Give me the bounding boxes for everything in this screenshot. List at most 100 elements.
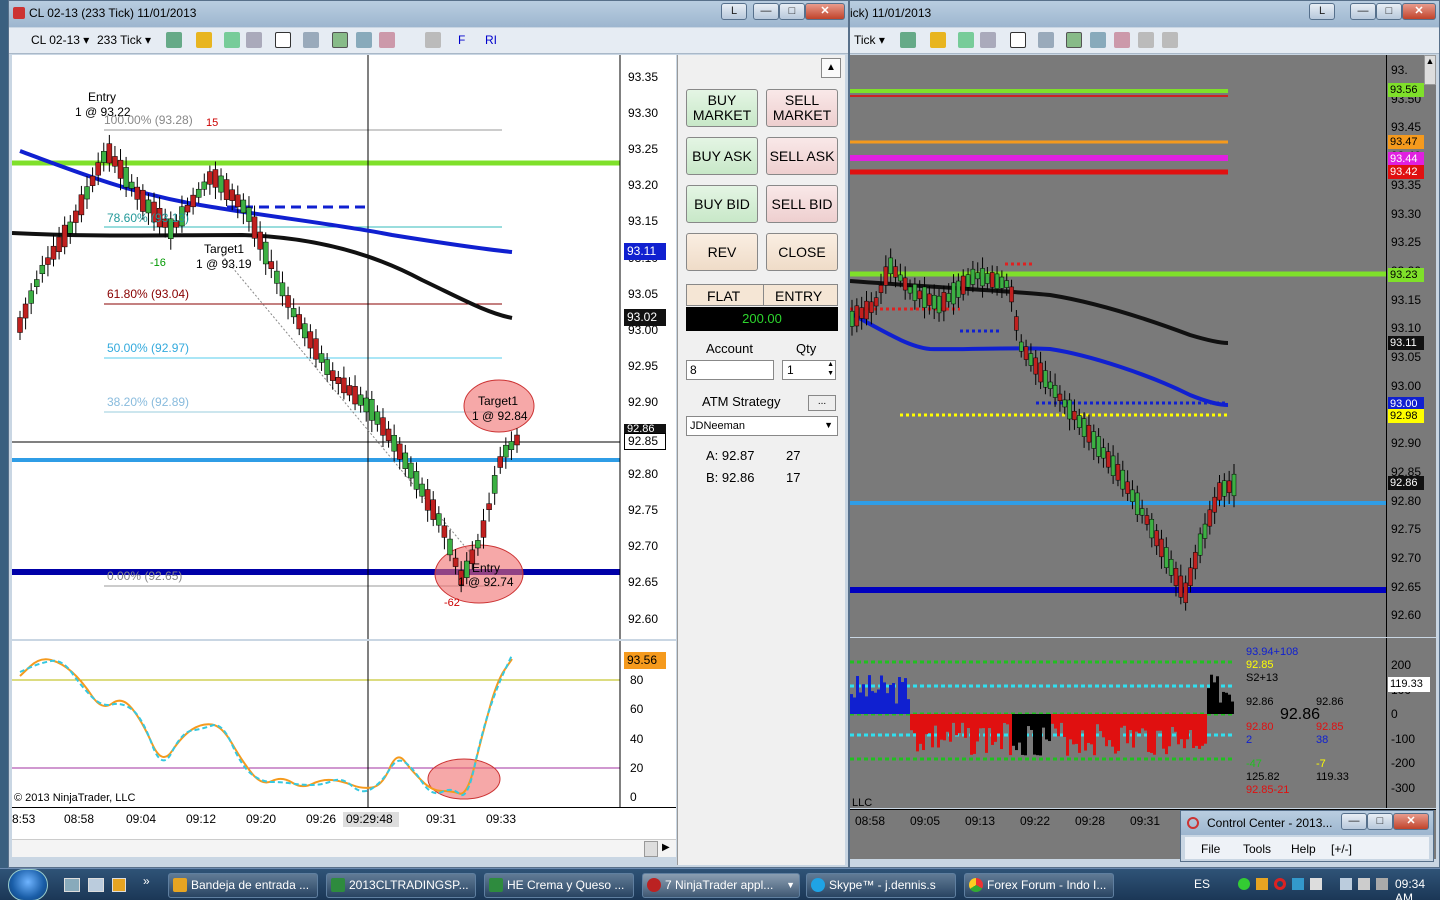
vertical-scrollbar-right[interactable]: ▲ bbox=[1424, 55, 1436, 85]
tray-network-icon[interactable] bbox=[1310, 878, 1322, 890]
histogram-bar bbox=[889, 684, 892, 714]
zoom-out-icon[interactable] bbox=[980, 32, 996, 48]
outlook-quick-icon[interactable] bbox=[112, 878, 126, 892]
minimize-button-right[interactable]: — bbox=[1350, 3, 1376, 20]
period-selector[interactable]: 233 Tick ▾ bbox=[97, 33, 151, 47]
candle-body bbox=[912, 284, 918, 301]
tray-display-icon[interactable] bbox=[1340, 878, 1352, 890]
candle-body bbox=[39, 264, 46, 275]
show-desktop-icon[interactable] bbox=[64, 878, 80, 892]
maximize-button-right[interactable]: □ bbox=[1376, 3, 1402, 20]
candle-body bbox=[396, 443, 403, 460]
zoom-in-icon[interactable] bbox=[224, 32, 240, 48]
bar-type-icon[interactable] bbox=[166, 32, 182, 48]
buy-market-button[interactable]: BUY MARKET bbox=[686, 89, 758, 127]
oscillator-panel[interactable]: 80 60 40 20 0 93.56 © 2013 NinjaTrader, LLC bbox=[12, 641, 676, 807]
buy-ask-button[interactable]: BUY ASK bbox=[686, 137, 758, 175]
f-button[interactable]: F bbox=[458, 33, 465, 47]
minimize-button[interactable]: — bbox=[753, 3, 779, 20]
qty-stepper[interactable]: 1 ▲ ▼ bbox=[782, 360, 836, 380]
cc-maximize-button[interactable]: □ bbox=[1367, 813, 1393, 830]
qty-down-icon[interactable]: ▼ bbox=[827, 370, 834, 377]
candle-body bbox=[1125, 481, 1130, 494]
price-panel-right[interactable]: 93.93.5093.4593.4093.3593.3093.2593.2093… bbox=[850, 55, 1436, 637]
oscillator-panel-right[interactable]: 93.94+108 92.85 S2+13 92.86 92.86 92.86 … bbox=[850, 638, 1436, 809]
histogram-bar bbox=[1162, 714, 1165, 749]
magnifier-icon[interactable] bbox=[303, 32, 319, 48]
title-bar[interactable]: CL 02-13 (233 Tick) 11/01/2013 L — □ ✕ bbox=[9, 1, 848, 27]
chart-window-left[interactable]: CL 02-13 (233 Tick) 11/01/2013 L — □ ✕ C… bbox=[8, 0, 849, 868]
task-ninjatrader[interactable]: 7 NinjaTrader appl... ▼ bbox=[642, 873, 800, 898]
maximize-button[interactable]: □ bbox=[779, 3, 805, 20]
indicator-icon[interactable] bbox=[1114, 32, 1130, 48]
horizontal-scrollbar[interactable]: ▶ bbox=[12, 839, 676, 857]
overflow-chevron-icon[interactable]: » bbox=[143, 874, 150, 888]
magnifier-icon[interactable] bbox=[1038, 32, 1054, 48]
menu-help[interactable]: Help bbox=[1291, 842, 1316, 856]
tray-signal-icon[interactable] bbox=[1358, 878, 1370, 890]
crosshair-icon[interactable] bbox=[275, 32, 291, 48]
link-button[interactable]: L bbox=[721, 3, 747, 20]
properties-icon[interactable] bbox=[425, 32, 441, 48]
candle-body bbox=[112, 156, 118, 167]
atm-strategy-select[interactable]: JDNeeman ▼ bbox=[686, 416, 838, 436]
tray-volume-icon[interactable] bbox=[1376, 878, 1388, 890]
task-chrome[interactable]: Forex Forum - Indo I... bbox=[964, 873, 1114, 898]
ri-button[interactable]: RI bbox=[485, 33, 497, 47]
order-panel-icon[interactable] bbox=[332, 32, 348, 48]
data-box-icon[interactable] bbox=[1090, 32, 1106, 48]
bar-type-icon[interactable] bbox=[900, 32, 916, 48]
pencil-icon[interactable] bbox=[930, 32, 946, 48]
menu-tools[interactable]: Tools bbox=[1243, 842, 1271, 856]
link-button-right[interactable]: L bbox=[1309, 3, 1335, 20]
language-indicator[interactable]: ES bbox=[1194, 877, 1210, 891]
scroll-right-arrow[interactable]: ▶ bbox=[662, 842, 670, 853]
control-center-titlebar[interactable]: Control Center - 2013... — □ ✕ bbox=[1181, 811, 1433, 835]
tray-opera-icon[interactable] bbox=[1274, 878, 1286, 890]
cc-close-button[interactable]: ✕ bbox=[1393, 813, 1429, 830]
histogram-bar bbox=[1153, 714, 1156, 755]
reverse-button[interactable]: REV bbox=[686, 233, 758, 271]
zoom-out-icon[interactable] bbox=[246, 32, 262, 48]
task-skype[interactable]: Skype™ - j.dennis.s bbox=[806, 873, 956, 898]
clock[interactable]: 09:34 AM bbox=[1395, 877, 1440, 900]
atm-options-button[interactable]: ... bbox=[808, 395, 836, 411]
tray-check-icon[interactable] bbox=[1238, 878, 1250, 890]
task-outlook[interactable]: Bandeja de entrada ... bbox=[168, 873, 318, 898]
control-center-window[interactable]: Control Center - 2013... — □ ✕ File Tool… bbox=[1180, 810, 1434, 862]
panel-collapse-button[interactable]: ▲ bbox=[821, 58, 841, 78]
sell-market-button[interactable]: SELL MARKET bbox=[766, 89, 838, 127]
sell-bid-button[interactable]: SELL BID bbox=[766, 185, 838, 223]
indicator-icon[interactable] bbox=[379, 32, 395, 48]
qty-up-icon[interactable]: ▲ bbox=[827, 361, 834, 368]
properties-icon-2[interactable] bbox=[1162, 32, 1178, 48]
crosshair-icon[interactable] bbox=[1010, 32, 1026, 48]
close-button-right[interactable]: ✕ bbox=[1402, 3, 1436, 20]
chart-window-right[interactable]: ick) 11/01/2013 L — □ ✕ Tick ▾ 93. 93.50… bbox=[849, 0, 1440, 868]
task-excel[interactable]: 2013CLTRADINGSP... bbox=[326, 873, 476, 898]
period-selector-right[interactable]: Tick ▾ bbox=[854, 33, 885, 47]
cc-minimize-button[interactable]: — bbox=[1341, 813, 1367, 830]
menu-file[interactable]: File bbox=[1201, 842, 1220, 856]
price-panel[interactable]: Entry 1 @ 93.22 100.00% (93.28) 78.60% (… bbox=[12, 55, 676, 639]
close-position-button[interactable]: CLOSE bbox=[766, 233, 838, 271]
order-panel-icon[interactable] bbox=[1066, 32, 1082, 48]
close-button[interactable]: ✕ bbox=[805, 3, 845, 20]
instrument-selector[interactable]: CL 02-13 ▾ bbox=[31, 33, 89, 47]
task-excel-2[interactable]: HE Crema y Queso ... bbox=[484, 873, 634, 898]
pencil-icon[interactable] bbox=[196, 32, 212, 48]
account-field[interactable]: 8 bbox=[686, 360, 774, 380]
explorer-icon[interactable] bbox=[88, 878, 104, 892]
title-bar-right[interactable]: ick) 11/01/2013 L — □ ✕ bbox=[850, 1, 1439, 27]
properties-icon[interactable] bbox=[1138, 32, 1154, 48]
scroll-thumb[interactable] bbox=[644, 841, 658, 857]
start-button[interactable] bbox=[8, 869, 48, 900]
buy-bid-button[interactable]: BUY BID bbox=[686, 185, 758, 223]
data-box-icon[interactable] bbox=[356, 32, 372, 48]
stat-11: -47 bbox=[1246, 758, 1262, 770]
tray-shield-icon[interactable] bbox=[1256, 878, 1268, 890]
zoom-in-icon[interactable] bbox=[958, 32, 974, 48]
tray-app-icon[interactable] bbox=[1292, 878, 1304, 890]
menu-expand[interactable]: [+/-] bbox=[1331, 842, 1352, 856]
sell-ask-button[interactable]: SELL ASK bbox=[766, 137, 838, 175]
